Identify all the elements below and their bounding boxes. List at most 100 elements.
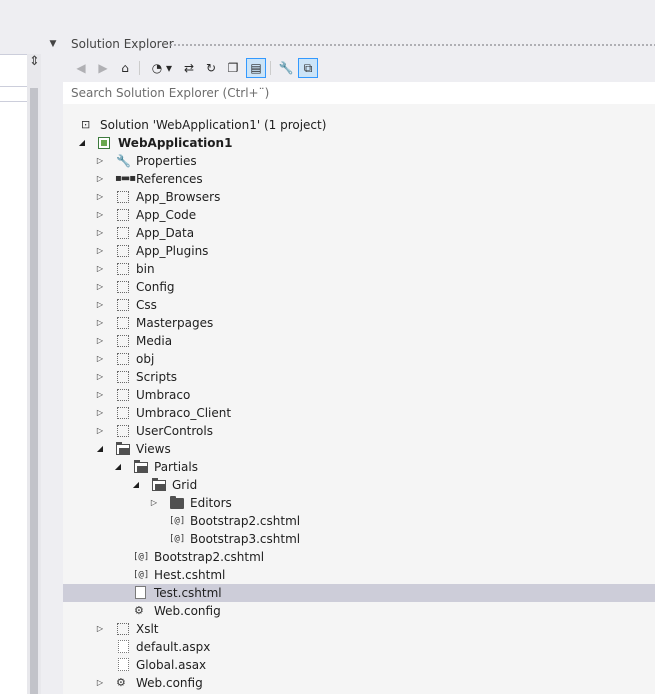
expand-arrow-icon[interactable]: ▷: [94, 281, 106, 293]
tree-row-partials[interactable]: ◢ Partials: [63, 458, 655, 476]
expand-arrow-icon[interactable]: ▷: [94, 425, 106, 437]
tree-item-label: default.aspx: [136, 640, 211, 654]
tree-row-scripts[interactable]: ▷ Scripts: [63, 368, 655, 386]
tree-row-views-web-config[interactable]: ⚙ Web.config: [63, 602, 655, 620]
tree-row-editors[interactable]: ▷ Editors: [63, 494, 655, 512]
expand-arrow-icon[interactable]: ▷: [94, 299, 106, 311]
back-icon[interactable]: ◀: [71, 58, 91, 78]
tree-row-config[interactable]: ▷ Config: [63, 278, 655, 296]
tree-item-label: bin: [136, 262, 155, 276]
search-input[interactable]: [63, 82, 655, 104]
expand-arrow-icon[interactable]: ▷: [94, 173, 106, 185]
folder-icon: [170, 496, 184, 509]
expand-arrow-icon[interactable]: ▷: [94, 623, 106, 635]
dashed-folder-icon: [117, 317, 129, 329]
dashed-folder-icon: [117, 209, 129, 221]
tree-item-label: Bootstrap2.cshtml: [154, 550, 265, 564]
tree-row-hest[interactable]: [@] Hest.cshtml: [63, 566, 655, 584]
collapse-arrow-icon[interactable]: ◢: [94, 443, 106, 455]
home-icon[interactable]: ⌂: [115, 58, 135, 78]
tree-row-bootstrap2-views[interactable]: [@] Bootstrap2.cshtml: [63, 548, 655, 566]
expand-arrow-icon[interactable]: ▷: [94, 155, 106, 167]
collapse-arrow-icon[interactable]: ◢: [112, 461, 124, 473]
expand-arrow-icon[interactable]: ▷: [94, 353, 106, 365]
cshtml-file-icon: [@]: [133, 570, 150, 580]
tree-row-app-code[interactable]: ▷ App_Code: [63, 206, 655, 224]
tree-item-label: Views: [136, 442, 171, 456]
expand-arrow-icon[interactable]: ▷: [148, 497, 160, 509]
toolbar-separator: [139, 61, 140, 75]
dashed-folder-icon: [117, 227, 129, 239]
tree-row-app-plugins[interactable]: ▷ App_Plugins: [63, 242, 655, 260]
tree-row-project[interactable]: ◢ WebApplication1: [63, 134, 655, 152]
solution-explorer-title-bar[interactable]: Solution Explorer: [63, 34, 655, 54]
expand-arrow-icon[interactable]: ▷: [94, 209, 106, 221]
tree-row-global-asax[interactable]: Global.asax: [63, 656, 655, 674]
dashed-folder-icon: [117, 191, 129, 203]
tree-row-grid[interactable]: ◢ Grid: [63, 476, 655, 494]
tree-item-label: App_Browsers: [136, 190, 221, 204]
tree-item-label: Hest.cshtml: [154, 568, 226, 582]
expand-arrow-icon[interactable]: ▷: [94, 335, 106, 347]
tree-item-label: Web.config: [154, 604, 221, 618]
expand-arrow-icon[interactable]: ▷: [94, 389, 106, 401]
tree-item-label: Properties: [136, 154, 197, 168]
tree-row-root-web-config[interactable]: ▷ ⚙ Web.config: [63, 674, 655, 692]
expand-arrow-icon[interactable]: ▷: [94, 371, 106, 383]
collapse-arrow-icon[interactable]: ◢: [130, 479, 142, 491]
dashed-folder-icon: [117, 281, 129, 293]
expand-arrow-icon[interactable]: ▷: [94, 191, 106, 203]
editor-navigation-bar[interactable]: [0, 86, 27, 102]
dropdown-arrow-icon[interactable]: ▾: [163, 58, 175, 78]
tree-row-masterpages[interactable]: ▷ Masterpages: [63, 314, 655, 332]
editor-scrollbar-thumb[interactable]: [30, 88, 38, 694]
tree-item-label: Media: [136, 334, 173, 348]
preview-icon[interactable]: ⧉: [298, 58, 318, 78]
tree-row-properties[interactable]: ▷ 🔧 Properties: [63, 152, 655, 170]
show-all-files-icon[interactable]: ▤: [246, 58, 266, 78]
tree-row-solution[interactable]: ⊡ Solution 'WebApplication1' (1 project): [63, 116, 655, 134]
refresh-icon[interactable]: ↻: [201, 58, 221, 78]
expand-arrow-icon[interactable]: ▷: [94, 317, 106, 329]
collapse-all-icon[interactable]: ❐: [223, 58, 243, 78]
tree-row-bootstrap2-grid[interactable]: [@] Bootstrap2.cshtml: [63, 512, 655, 530]
forward-icon[interactable]: ▶: [93, 58, 113, 78]
tree-row-umbraco-client[interactable]: ▷ Umbraco_Client: [63, 404, 655, 422]
search-box[interactable]: [63, 82, 655, 105]
tree-row-usercontrols[interactable]: ▷ UserControls: [63, 422, 655, 440]
tree-row-obj[interactable]: ▷ obj: [63, 350, 655, 368]
split-window-icon[interactable]: ⇕: [28, 54, 41, 70]
tree-row-default-aspx[interactable]: default.aspx: [63, 638, 655, 656]
dashed-folder-icon: [117, 353, 129, 365]
editor-surface[interactable]: [0, 54, 27, 694]
expand-arrow-icon[interactable]: ▷: [94, 263, 106, 275]
tree-row-app-browsers[interactable]: ▷ App_Browsers: [63, 188, 655, 206]
window-menu-chevron-icon[interactable]: ▼: [47, 38, 59, 50]
tree-row-app-data[interactable]: ▷ App_Data: [63, 224, 655, 242]
expand-arrow-icon[interactable]: ▷: [94, 227, 106, 239]
tree-row-bootstrap3-grid[interactable]: [@] Bootstrap3.cshtml: [63, 530, 655, 548]
tree-row-xslt[interactable]: ▷ Xslt: [63, 620, 655, 638]
tree-row-css[interactable]: ▷ Css: [63, 296, 655, 314]
tree-item-label: App_Plugins: [136, 244, 209, 258]
cshtml-file-icon: [@]: [133, 552, 150, 562]
expand-arrow-icon[interactable]: ▷: [94, 245, 106, 257]
sync-icon[interactable]: ⇄: [179, 58, 199, 78]
tree-item-label: Global.asax: [136, 658, 207, 672]
dashed-folder-icon: [117, 389, 129, 401]
collapse-arrow-icon[interactable]: ◢: [76, 137, 88, 149]
open-folder-icon: [116, 442, 130, 455]
properties-icon[interactable]: 🔧: [276, 58, 296, 78]
expand-arrow-icon[interactable]: ▷: [94, 677, 106, 689]
wrench-icon: 🔧: [116, 154, 131, 168]
tree-item-label: Config: [136, 280, 175, 294]
dashed-folder-icon: [117, 245, 129, 257]
expand-arrow-icon[interactable]: ▷: [94, 407, 106, 419]
tree-row-bin[interactable]: ▷ bin: [63, 260, 655, 278]
tree-row-media[interactable]: ▷ Media: [63, 332, 655, 350]
tree-row-test-selected[interactable]: Test.cshtml: [63, 584, 655, 602]
tree-row-references[interactable]: ▷ ▪▬▪ References: [63, 170, 655, 188]
title-bar-grip[interactable]: [169, 43, 655, 48]
tree-row-umbraco[interactable]: ▷ Umbraco: [63, 386, 655, 404]
tree-row-views[interactable]: ◢ Views: [63, 440, 655, 458]
